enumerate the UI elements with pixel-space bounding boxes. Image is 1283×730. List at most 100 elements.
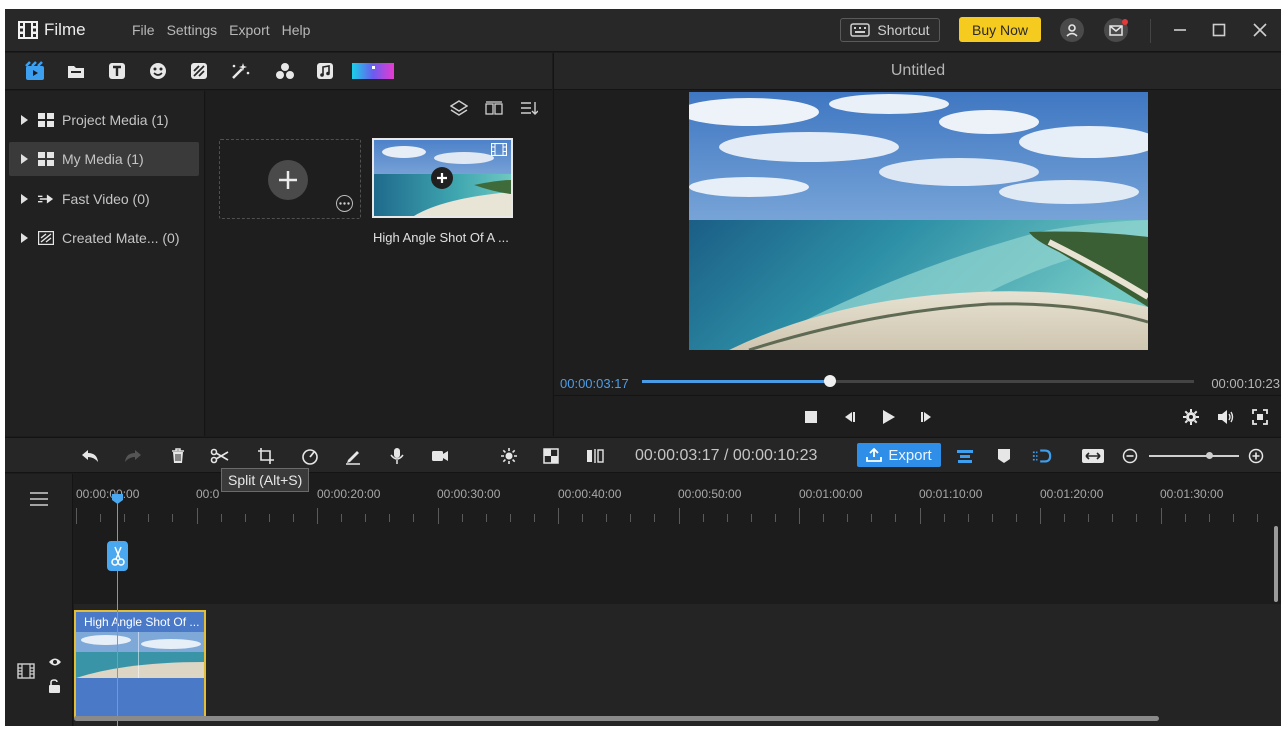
timeline-horizontal-scrollbar[interactable] xyxy=(74,716,1159,721)
redo-button[interactable] xyxy=(123,446,143,466)
play-button[interactable] xyxy=(879,408,897,426)
sticker-icon xyxy=(150,63,166,79)
buy-now-button[interactable]: Buy Now xyxy=(959,17,1041,42)
tree-item-project-media[interactable]: Project Media (1) xyxy=(9,103,199,137)
more-options-button[interactable] xyxy=(336,195,353,212)
ruler-tick xyxy=(461,514,463,522)
folder-icon xyxy=(68,66,84,78)
record-voice-button[interactable] xyxy=(387,446,407,466)
media-thumbnail[interactable] xyxy=(372,138,513,218)
zoom-slider-handle[interactable] xyxy=(1206,452,1213,459)
next-frame-icon xyxy=(921,412,931,422)
layers-icon[interactable] xyxy=(450,100,468,116)
ruler-tick xyxy=(582,514,584,522)
grid-view-icon[interactable] xyxy=(485,100,503,116)
ruler-tick xyxy=(967,514,969,522)
mosaic-button[interactable] xyxy=(541,446,561,466)
expand-arrow-icon[interactable] xyxy=(21,154,28,164)
ruler-tick xyxy=(750,514,752,522)
menu-help[interactable]: Help xyxy=(282,22,311,38)
speed-button[interactable] xyxy=(300,446,320,466)
menu-file[interactable]: File xyxy=(132,22,155,38)
text-tab[interactable] xyxy=(107,61,127,81)
crop-button[interactable] xyxy=(256,446,276,466)
maximize-icon xyxy=(1212,23,1226,37)
media-tab[interactable] xyxy=(25,61,45,81)
color-button[interactable] xyxy=(499,446,519,466)
timeline-vertical-scrollbar[interactable] xyxy=(1274,526,1278,602)
playback-scrubber[interactable] xyxy=(823,375,836,387)
account-button[interactable] xyxy=(1060,18,1084,42)
ruler-tick xyxy=(148,514,150,522)
ruler-tick xyxy=(389,514,391,522)
expand-arrow-icon[interactable] xyxy=(21,115,28,125)
zoom-slider-track[interactable] xyxy=(1149,455,1239,457)
fullscreen-button[interactable] xyxy=(1251,408,1269,426)
track-align-button[interactable] xyxy=(955,446,975,466)
snap-button[interactable] xyxy=(1032,446,1052,466)
ruler-tick xyxy=(220,514,222,522)
timeline-menu-button[interactable] xyxy=(29,491,49,510)
expand-arrow-icon[interactable] xyxy=(21,233,28,243)
filter-tab[interactable] xyxy=(189,61,209,81)
import-media-card[interactable] xyxy=(219,139,361,219)
volume-button[interactable] xyxy=(1217,408,1235,426)
menu-export[interactable]: Export xyxy=(229,22,269,38)
export-button[interactable]: Export xyxy=(857,443,941,467)
eye-icon xyxy=(49,658,61,666)
ruler-tick xyxy=(124,514,126,522)
fast-video-icon xyxy=(38,192,54,206)
music-tab[interactable] xyxy=(315,61,335,81)
add-to-timeline-button[interactable] xyxy=(431,167,453,189)
transitions-tab[interactable] xyxy=(352,61,394,81)
ruler-tick xyxy=(943,514,945,522)
sort-icon[interactable] xyxy=(520,100,538,116)
edit-button[interactable] xyxy=(343,446,363,466)
mail-icon xyxy=(1109,25,1123,36)
track-visibility-button[interactable] xyxy=(48,654,62,670)
delete-button[interactable] xyxy=(168,446,188,466)
preview-settings-button[interactable] xyxy=(1182,408,1200,426)
maximize-button[interactable] xyxy=(1208,19,1230,41)
folder-tab[interactable] xyxy=(66,61,86,81)
ruler-tick xyxy=(630,514,632,522)
track-lock-button[interactable] xyxy=(48,679,61,696)
tree-item-created-material[interactable]: Created Mate... (0) xyxy=(9,221,199,255)
split-button[interactable] xyxy=(210,446,230,466)
tree-item-my-media[interactable]: My Media (1) xyxy=(9,142,199,176)
elements-tab[interactable] xyxy=(275,61,295,81)
playhead-line[interactable] xyxy=(117,500,118,726)
ruler-tick xyxy=(76,508,77,524)
fit-timeline-button[interactable] xyxy=(1081,446,1105,466)
effects-tab[interactable] xyxy=(230,61,250,81)
split-tooltip: Split (Alt+S) xyxy=(221,468,310,492)
previous-frame-button[interactable] xyxy=(841,408,859,426)
app-name: Filme xyxy=(44,20,86,39)
ruler-tick xyxy=(268,514,270,522)
marker-button[interactable] xyxy=(994,446,1014,466)
zoom-in-icon xyxy=(1248,448,1264,464)
playhead-split-button[interactable] xyxy=(107,541,128,571)
video-track[interactable] xyxy=(74,604,1281,726)
sticker-tab[interactable] xyxy=(148,61,168,81)
playback-progress-bar[interactable] xyxy=(642,375,1194,387)
record-screen-button[interactable] xyxy=(430,446,450,466)
stop-button[interactable] xyxy=(802,408,820,426)
tree-item-fast-video[interactable]: Fast Video (0) xyxy=(9,182,199,216)
minimize-button[interactable] xyxy=(1169,19,1191,41)
notification-dot xyxy=(1122,19,1128,25)
close-button[interactable] xyxy=(1249,19,1271,41)
expand-arrow-icon[interactable] xyxy=(21,194,28,204)
menu-settings[interactable]: Settings xyxy=(167,22,218,38)
messages-button[interactable] xyxy=(1104,18,1128,42)
shortcut-button[interactable]: Shortcut xyxy=(840,18,940,42)
timeline-clip[interactable]: High Angle Shot Of ... xyxy=(74,610,206,718)
zoom-in-button[interactable] xyxy=(1246,446,1266,466)
next-frame-button[interactable] xyxy=(917,408,935,426)
zoom-out-button[interactable] xyxy=(1120,446,1140,466)
add-media-button[interactable] xyxy=(268,160,308,200)
ruler-tick xyxy=(1064,514,1066,522)
undo-button[interactable] xyxy=(80,446,100,466)
freeze-frame-button[interactable] xyxy=(585,446,605,466)
scissors-icon xyxy=(110,546,125,566)
